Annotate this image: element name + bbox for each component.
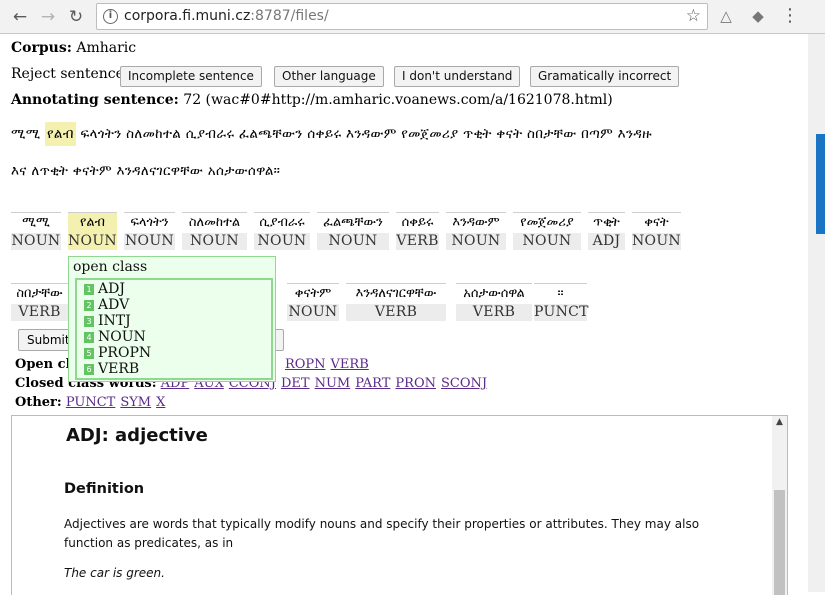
token-11[interactable]: ቀናት NOUN (632, 212, 681, 250)
token-10[interactable]: ጥቂት ADJ (588, 212, 625, 250)
tag-link-det[interactable]: DET (281, 376, 310, 391)
token-7[interactable]: ሰቀይሩ VERB (396, 212, 439, 250)
back-icon[interactable]: ← (10, 7, 30, 27)
doc-heading: ADJ: adjective (66, 425, 208, 446)
extension-diamond-icon[interactable]: ◆ (748, 6, 768, 26)
dont-understand-button[interactable]: I don't understand (394, 66, 521, 87)
grammatically-incorrect-button[interactable]: Gramatically incorrect (530, 66, 680, 87)
token-4[interactable]: ስለመከተል NOUN (182, 212, 247, 250)
doc-section-title: Definition (64, 481, 145, 497)
window-edge (808, 34, 825, 592)
address-bar[interactable]: i corpora.fi.muni.cz:8787/files/ ☆ (96, 3, 708, 30)
token-13[interactable]: ቀናትም NOUN (287, 283, 339, 321)
corpus-line: Corpus: Amharic (11, 40, 137, 56)
tag-link-part[interactable]: PART (355, 376, 390, 391)
tag-link-propn[interactable]: ROPN (285, 357, 326, 372)
token-12[interactable]: ስበታቸው VERB (11, 283, 68, 321)
annotating-value: 72 (wac#0#http://m.amharic.voanews.com/a… (183, 92, 613, 108)
token-9[interactable]: የመጀመሪያ NOUN (513, 212, 581, 250)
sentence-rest: ፍላጎትን ስለመከተል ሲያብራሩ ፈልጫቸውን ሰቀይሩ እንዳውም የመጀ… (80, 126, 652, 142)
pos-option-adj[interactable]: 1 ADJ (84, 281, 125, 297)
incomplete-sentence-button[interactable]: Incomplete sentence (120, 66, 262, 87)
pos-option-intj[interactable]: 3 INTJ (84, 313, 131, 329)
forward-icon[interactable]: → (38, 7, 58, 27)
token-8[interactable]: እንዳውም NOUN (446, 212, 506, 250)
documentation-frame[interactable]: ADJ: adjective Definition Adjectives are… (11, 415, 788, 595)
annotation-page: Corpus: Amharic Reject sentence: Incompl… (0, 34, 808, 595)
popup-title: open class (73, 259, 148, 275)
scroll-up-icon[interactable]: ▲ (774, 417, 785, 427)
corpus-value: Amharic (76, 40, 137, 56)
token-6[interactable]: ፈልጫቸውን NOUN (317, 212, 389, 250)
sentence-word: ሚሚ (11, 126, 41, 142)
tag-link-punct[interactable]: PUNCT (66, 395, 115, 410)
scroll-thumb[interactable] (774, 490, 785, 595)
token-2-selected[interactable]: የልብ NOUN (68, 212, 117, 250)
pos-option-verb[interactable]: 6 VERB (84, 361, 139, 377)
url-text: corpora.fi.muni.cz:8787/files/ (124, 8, 329, 24)
pos-option-list: 1 ADJ 2 ADV 3 INTJ 4 NOUN 5 PROPN 6 VERB (75, 278, 273, 380)
tag-link-verb[interactable]: VERB (331, 357, 369, 372)
tag-link-pron[interactable]: PRON (395, 376, 436, 391)
other-line: Other: PUNCT SYM X (15, 395, 166, 410)
doc-scrollbar[interactable]: ▲ (772, 416, 787, 595)
extension-lock-icon[interactable]: △ (716, 6, 736, 26)
tag-link-num[interactable]: NUM (315, 376, 351, 391)
doc-paragraph: Adjectives are words that typically modi… (64, 517, 700, 550)
tag-link-x[interactable]: X (156, 395, 165, 410)
token-5[interactable]: ሲያብራሩ NOUN (254, 212, 310, 250)
other-language-button[interactable]: Other language (274, 66, 384, 87)
annotating-line: Annotating sentence: 72 (wac#0#http://m.… (11, 92, 613, 108)
sentence-highlighted-word: የልብ (45, 122, 76, 146)
token-14[interactable]: እንዳለናገርዋቸው VERB (346, 283, 446, 321)
reload-icon[interactable]: ↻ (66, 7, 86, 27)
pos-option-noun[interactable]: 4 NOUN (84, 329, 146, 345)
token-15[interactable]: አሰታውሰዋል VERB (456, 283, 532, 321)
bookmark-star-icon[interactable]: ☆ (686, 4, 701, 29)
tag-link-sconj[interactable]: SCONJ (441, 376, 487, 391)
pos-dropdown-popup: open class 1 ADJ 2 ADV 3 INTJ 4 NOUN 5 PROPN … (68, 256, 276, 382)
token-1[interactable]: ሚሚ NOUN (11, 212, 61, 250)
browser-toolbar: ← → ↻ i corpora.fi.muni.cz:8787/files/ ☆… (0, 0, 825, 34)
info-icon[interactable]: i (103, 9, 118, 24)
token-3[interactable]: ፍላጎትን NOUN (124, 212, 175, 250)
browser-menu-icon[interactable]: ⋮ (780, 6, 800, 26)
token-16[interactable]: ። PUNCT (534, 283, 588, 321)
reject-label: Reject sentence: (11, 66, 129, 82)
doc-example: The car is green. (64, 566, 165, 580)
pos-option-adv[interactable]: 2 ADV (84, 297, 129, 313)
sentence-line-2: እና ለጥቂት ቀናትም እንዳለናገርዋቸው አሰታውሰዋል። (11, 163, 281, 179)
pos-option-propn[interactable]: 5 PROPN (84, 345, 151, 361)
tag-link-sym[interactable]: SYM (120, 395, 151, 410)
sentence-line-1: ሚሚ የልብ ፍላጎትን ስለመከተል ሲያብራሩ ፈልጫቸውን ሰቀይሩ እን… (11, 122, 652, 146)
